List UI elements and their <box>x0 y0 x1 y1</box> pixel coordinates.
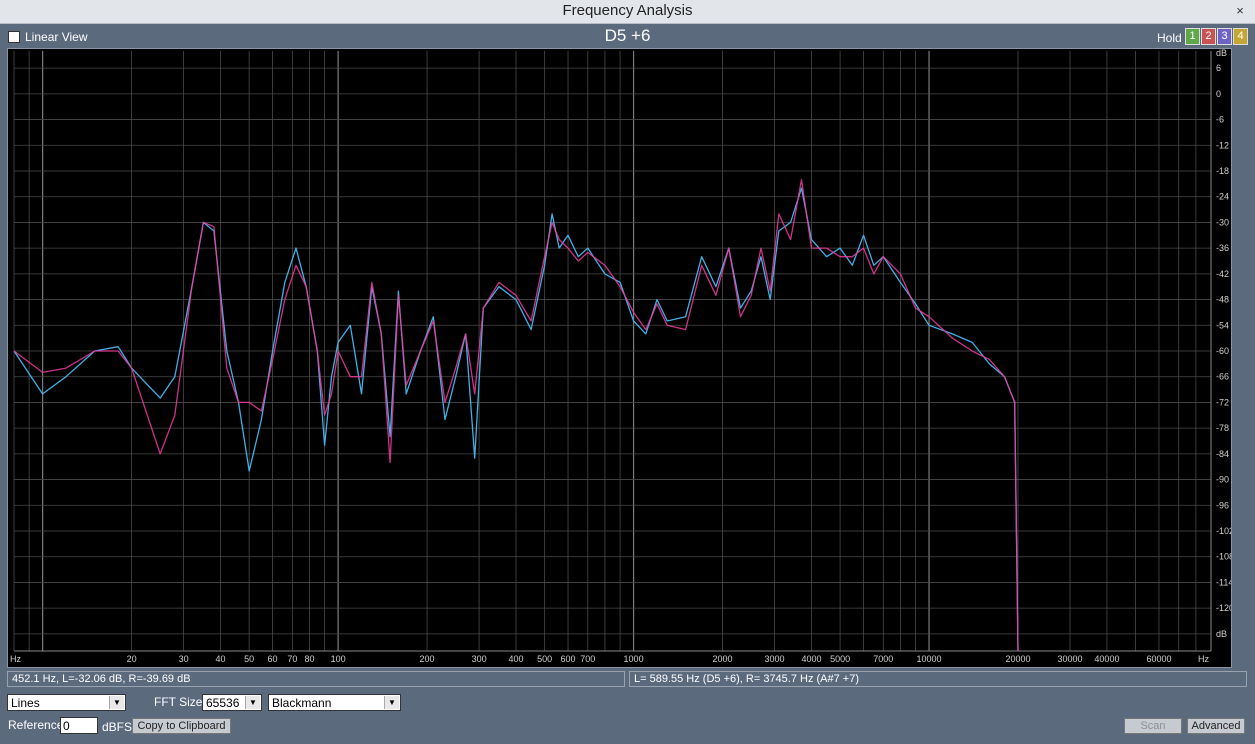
x-tick-label: 40000 <box>1094 654 1119 664</box>
x-tick-label: 4000 <box>801 654 821 664</box>
chevron-down-icon: ▼ <box>109 696 124 709</box>
y-tick-label: -90 <box>1216 475 1229 485</box>
y-tick-label: -18 <box>1216 166 1229 176</box>
y-tick-label: -66 <box>1216 372 1229 382</box>
window-function-value: Blackmann <box>272 696 332 710</box>
hold-button-2[interactable]: 2 <box>1201 28 1216 45</box>
y-tick-label: -114 <box>1216 577 1231 587</box>
dbfs-label: dBFS <box>102 720 133 734</box>
x-tick-label: 80 <box>304 654 314 664</box>
reference-input[interactable] <box>60 717 98 734</box>
y-tick-label: -78 <box>1216 423 1229 433</box>
y-tick-label: -54 <box>1216 320 1229 330</box>
y-tick-label: -12 <box>1216 140 1229 150</box>
hold-button-4[interactable]: 4 <box>1233 28 1248 45</box>
note-display: D5 +6 <box>604 26 651 45</box>
peak-readout: L= 589.55 Hz (D5 +6), R= 3745.7 Hz (A#7 … <box>634 673 860 685</box>
y-tick-label: 6 <box>1216 63 1221 73</box>
y-tick-label: -84 <box>1216 449 1229 459</box>
window-title: Frequency Analysis <box>562 2 693 19</box>
x-tick-label: 30 <box>179 654 189 664</box>
y-tick-label: -42 <box>1216 269 1229 279</box>
x-tick-label: 600 <box>561 654 576 664</box>
reference-label: Reference <box>8 718 64 732</box>
x-tick-label: 7000 <box>873 654 893 664</box>
y-tick-label: -102 <box>1216 526 1231 536</box>
x-tick-label: 5000 <box>830 654 850 664</box>
x-tick-label: 60 <box>268 654 278 664</box>
peak-readout-bar: L= 589.55 Hz (D5 +6), R= 3745.7 Hz (A#7 … <box>629 671 1247 687</box>
display-mode-select[interactable]: Lines ▼ <box>7 694 126 711</box>
x-tick-label: 60000 <box>1146 654 1171 664</box>
x-tick-label: 100 <box>331 654 346 664</box>
y-tick-label: -30 <box>1216 217 1229 227</box>
y-tick-label: -108 <box>1216 552 1231 562</box>
fft-size-select[interactable]: 65536 ▼ <box>202 694 262 711</box>
x-tick-label: 20000 <box>1005 654 1030 664</box>
hold-button-3[interactable]: 3 <box>1217 28 1232 45</box>
display-mode-value: Lines <box>11 696 40 710</box>
x-tick-label: 70 <box>287 654 297 664</box>
copy-to-clipboard-button[interactable]: Copy to Clipboard <box>132 718 231 734</box>
x-unit-right: Hz <box>1198 654 1209 664</box>
linear-view-checkbox[interactable] <box>8 31 20 43</box>
cursor-readout-bar: 452.1 Hz, L=-32.06 dB, R=-39.69 dB <box>7 671 625 687</box>
scan-button[interactable]: Scan <box>1124 718 1182 734</box>
chevron-down-icon: ▼ <box>245 696 260 709</box>
y-tick-label: -48 <box>1216 295 1229 305</box>
y-tick-label: -120 <box>1216 603 1231 613</box>
spectrum-plot[interactable]: 20 30 40 50 60 70 80 100 200 300 400 500 600 700 1000 2… <box>7 48 1232 668</box>
chevron-down-icon: ▼ <box>384 696 399 709</box>
x-tick-label: 50 <box>244 654 254 664</box>
y-tick-label: -72 <box>1216 397 1229 407</box>
y-tick-label: 0 <box>1216 89 1221 99</box>
window-function-select[interactable]: Blackmann ▼ <box>268 694 401 711</box>
y-unit-bottom: dB <box>1216 629 1227 639</box>
advanced-button[interactable]: Advanced <box>1187 718 1245 734</box>
close-icon[interactable]: × <box>1229 1 1251 21</box>
x-tick-label: 300 <box>472 654 487 664</box>
fft-size-value: 65536 <box>206 696 240 710</box>
x-tick-label: 200 <box>420 654 435 664</box>
x-tick-label: 40 <box>216 654 226 664</box>
x-tick-label: 1000 <box>624 654 644 664</box>
fft-size-label: FFT Size <box>154 695 203 709</box>
plot-header: Linear View D5 +6 Hold 1234 <box>0 24 1255 48</box>
y-unit-top: dB <box>1216 49 1227 58</box>
x-tick-label: 3000 <box>765 654 785 664</box>
cursor-readout: 452.1 Hz, L=-32.06 dB, R=-39.69 dB <box>12 673 191 685</box>
x-tick-label: 500 <box>537 654 552 664</box>
linear-view-label: Linear View <box>25 30 88 44</box>
title-bar: Frequency Analysis × <box>0 0 1255 24</box>
x-tick-label: 2000 <box>713 654 733 664</box>
x-tick-label: 10000 <box>917 654 942 664</box>
x-unit-left: Hz <box>10 654 21 664</box>
x-tick-label: 20 <box>127 654 137 664</box>
hold-button-1[interactable]: 1 <box>1185 28 1200 45</box>
spectrum-chart[interactable]: 20 30 40 50 60 70 80 100 200 300 400 500 600 700 1000 2… <box>8 49 1231 667</box>
hold-label: Hold <box>1157 31 1182 45</box>
x-tick-label: 30000 <box>1058 654 1083 664</box>
x-tick-label: 700 <box>580 654 595 664</box>
y-tick-label: -24 <box>1216 192 1229 202</box>
y-tick-label: -96 <box>1216 500 1229 510</box>
y-tick-label: -6 <box>1216 115 1224 125</box>
x-tick-label: 400 <box>508 654 523 664</box>
y-tick-label: -36 <box>1216 243 1229 253</box>
y-tick-label: -60 <box>1216 346 1229 356</box>
